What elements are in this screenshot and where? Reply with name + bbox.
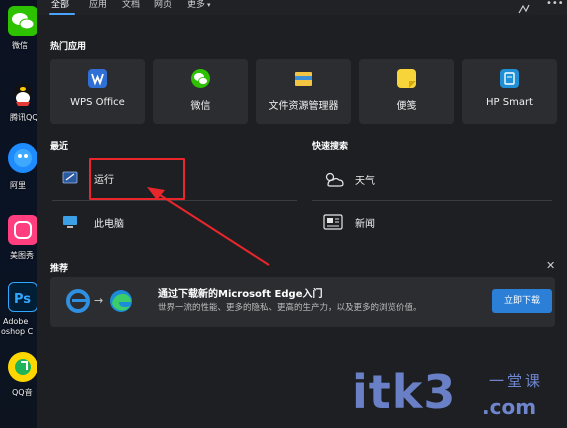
watermark-text: itk3 bbox=[352, 365, 457, 419]
site-watermark: itk3 bbox=[352, 365, 456, 419]
watermark-chinese: 一堂课 bbox=[489, 372, 544, 390]
arrow-icon: → bbox=[94, 294, 104, 307]
desktop-icon-label: QQ音 bbox=[12, 388, 33, 397]
weather-icon bbox=[322, 169, 344, 189]
desktop-icon-label: 微信 bbox=[12, 41, 28, 50]
divider bbox=[312, 200, 552, 201]
qq-icon bbox=[8, 80, 38, 110]
edge-icon bbox=[107, 287, 135, 315]
desktop-icon-label: 腾讯QQ bbox=[10, 113, 39, 122]
quick-search-label: 新闻 bbox=[355, 219, 375, 230]
desktop-icon-label: Adobe bbox=[3, 317, 29, 326]
ie-icon bbox=[64, 287, 92, 315]
quick-search-news[interactable]: 新闻 bbox=[322, 207, 552, 237]
quick-search-title: 快速搜索 bbox=[312, 142, 349, 152]
download-now-button[interactable]: 立即下载 bbox=[492, 289, 552, 313]
news-icon bbox=[322, 212, 344, 232]
desktop-strip: 微信 腾讯QQ 阿里 美图秀 Ps Adobe oshop C QQ音 bbox=[0, 0, 39, 428]
wechat-icon bbox=[8, 6, 38, 36]
recommend-title: 推荐 bbox=[50, 264, 69, 274]
watermark-suffix: .com bbox=[482, 395, 537, 419]
quick-search-label: 天气 bbox=[355, 176, 375, 187]
desktop-icon-label: oshop C bbox=[1, 327, 34, 336]
aliwangwang-icon bbox=[8, 143, 38, 173]
svg-text:Ps: Ps bbox=[14, 292, 31, 307]
edge-recommendation-card[interactable]: → 通过下载新的Microsoft Edge入门 世界一流的性能、更多的隐私、更… bbox=[50, 277, 555, 327]
meitu-icon bbox=[8, 215, 38, 245]
start-search-panel: 全部 应用 文档 网页 更多 ▾ ••• 热门应用 WPS Office 微信 文… bbox=[37, 0, 567, 428]
desktop-icon-label: 美图秀 bbox=[10, 251, 34, 260]
qqmusic-icon bbox=[8, 352, 38, 382]
quick-search-weather[interactable]: 天气 bbox=[322, 164, 552, 194]
close-icon[interactable]: ✕ bbox=[546, 259, 555, 272]
photoshop-icon: Ps bbox=[8, 282, 38, 312]
edge-card-title: 通过下载新的Microsoft Edge入门 bbox=[158, 289, 323, 300]
desktop-icon-label: 阿里 bbox=[10, 181, 26, 190]
edge-card-description: 世界一流的性能、更多的隐私、更高的生产力，以及更多的浏览价值。 bbox=[158, 303, 422, 313]
